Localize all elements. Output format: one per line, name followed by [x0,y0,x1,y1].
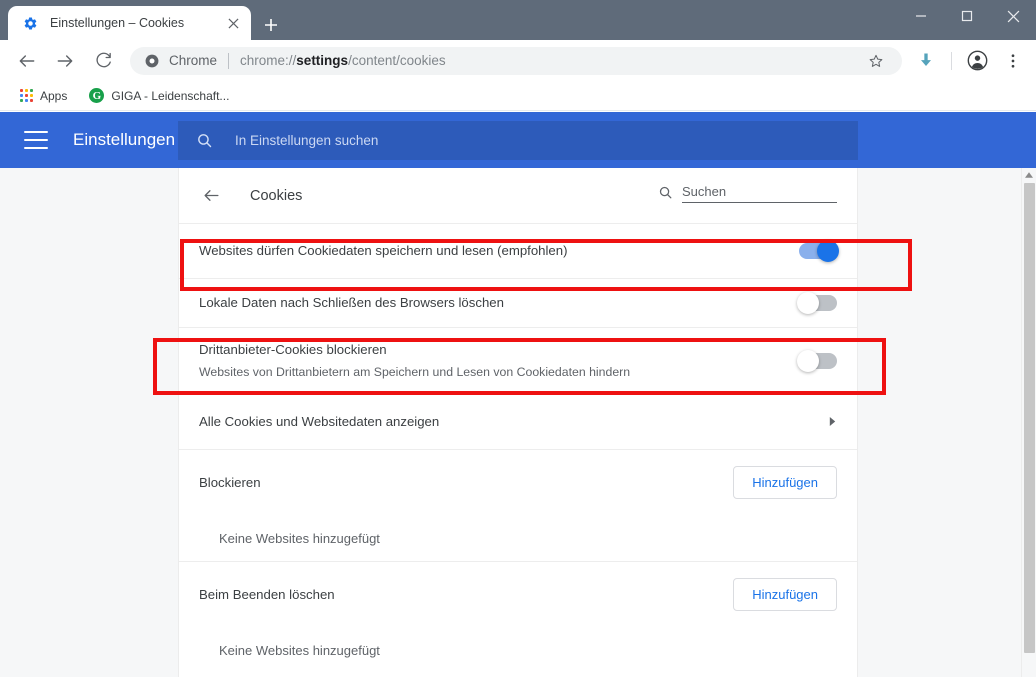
chrome-logo-icon [144,53,160,69]
settings-card: Cookies Suchen Websites dürfen Cookiedat… [178,168,858,677]
subpage-header: Cookies Suchen [179,168,857,223]
three-dot-menu-icon[interactable] [998,46,1028,76]
star-icon[interactable] [864,49,888,73]
row-label: Drittanbieter-Cookies blockieren [199,341,387,357]
close-window-button[interactable] [990,0,1036,32]
search-icon [657,184,674,201]
browser-toolbar: Chrome chrome://settings/content/cookies [0,40,1036,81]
row-label: Alle Cookies und Websitedaten anzeigen [199,413,440,429]
tab-strip: Einstellungen – Cookies [0,0,1036,40]
reload-button-icon[interactable] [88,46,118,76]
section-title: Blockieren [199,475,261,490]
maximize-button[interactable] [944,0,990,32]
row-sublabel: Websites von Drittanbietern am Speichern… [199,364,631,379]
chevron-right-icon [817,416,837,427]
giga-favicon: G [89,88,105,103]
scrollbar-thumb[interactable] [1024,183,1035,653]
scroll-up-arrow-icon[interactable] [1022,168,1036,182]
toggle-knob [797,349,819,372]
url-suffix: /content/cookies [348,53,446,68]
omnibox-scheme-label: Chrome [169,53,218,68]
settings-header: Einstellungen In Einstellungen suchen [0,112,1036,168]
toggle-clear-on-close[interactable] [797,292,837,314]
new-tab-button[interactable] [258,12,284,38]
toggle-knob [817,240,839,262]
row-label: Websites dürfen Cookiedaten speichern un… [199,243,568,259]
hamburger-menu-icon[interactable] [24,131,48,149]
row-show-all-cookies[interactable]: Alle Cookies und Websitedaten anzeigen [179,393,857,449]
add-button-blockieren[interactable]: Hinzufügen [733,465,837,500]
empty-note-beim-beenden: Keine Websites hinzugefügt [219,642,380,658]
back-button-icon[interactable] [12,46,42,76]
toggle-allow-cookies[interactable] [799,240,839,262]
subpage-title: Cookies [250,187,303,204]
download-arrow-icon[interactable] [911,46,941,76]
page-title: Einstellungen [73,130,176,149]
apps-grid-icon [20,89,33,102]
omnibox-divider [228,52,230,69]
back-arrow-icon[interactable] [199,184,223,208]
row-block-third-party[interactable]: Drittanbieter-Cookies blockieren Website… [179,327,857,393]
row-text: Drittanbieter-Cookies blockieren Website… [199,340,799,381]
forward-button-icon[interactable] [50,46,80,76]
bookmark-apps[interactable]: Apps [12,85,75,107]
profile-avatar-icon[interactable] [962,46,992,76]
bookmarks-bar: Apps G GIGA - Leidenschaft... [0,81,1036,111]
row-label: Lokale Daten nach Schließen des Browsers… [199,295,504,311]
toggle-knob [797,292,819,314]
close-icon[interactable] [223,13,243,33]
subpage-search[interactable]: Suchen [657,184,837,203]
minimize-button[interactable] [898,0,944,32]
bookmark-label: GIGA - Leidenschaft... [111,88,230,103]
settings-search-input[interactable]: In Einstellungen suchen [178,121,858,160]
subpage-search-placeholder: Suchen [682,184,837,203]
settings-page-body: Cookies Suchen Websites dürfen Cookiedat… [0,168,1036,677]
omnibox-url: chrome://settings/content/cookies [240,53,446,68]
bookmark-label: Apps [40,88,68,103]
settings-search-placeholder: In Einstellungen suchen [235,133,379,148]
tab-title: Einstellungen – Cookies [50,16,185,30]
toolbar-divider [951,51,952,70]
search-icon [194,131,214,151]
section-header-blockieren: Blockieren Hinzufügen [179,449,857,515]
row-text: Alle Cookies und Websitedaten anzeigen [199,412,817,431]
window-controls [898,0,1036,32]
url-bold: settings [296,53,349,68]
url-prefix: chrome:// [240,53,297,68]
row-text: Websites dürfen Cookiedaten speichern un… [199,241,799,260]
add-button-beim-beenden[interactable]: Hinzufügen [733,577,837,612]
bookmark-giga[interactable]: G GIGA - Leidenschaft... [81,85,237,107]
toggle-block-third-party[interactable] [797,349,837,372]
empty-note-blockieren: Keine Websites hinzugefügt [219,530,380,546]
section-header-beim-beenden: Beim Beenden löschen Hinzufügen [179,561,857,627]
address-bar[interactable]: Chrome chrome://settings/content/cookies [130,46,902,75]
browser-window: Einstellungen – Cookies Chrome chrome://… [0,0,1036,677]
browser-tab[interactable]: Einstellungen – Cookies [8,6,251,40]
section-title: Beim Beenden löschen [199,587,335,602]
row-text: Lokale Daten nach Schließen des Browsers… [199,293,799,312]
row-allow-cookies[interactable]: Websites dürfen Cookiedaten speichern un… [179,223,857,278]
row-clear-on-close[interactable]: Lokale Daten nach Schließen des Browsers… [179,278,857,327]
gear-icon [22,15,38,31]
vertical-scrollbar[interactable] [1021,168,1036,677]
